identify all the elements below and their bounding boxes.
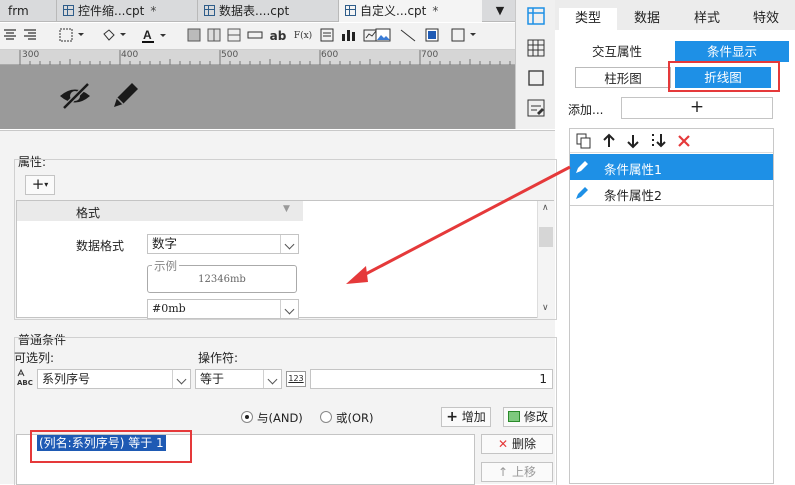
add-condition-button[interactable]: +	[621, 97, 773, 119]
format-toolbar: A ab F(x)	[0, 23, 515, 50]
collapse-arrow-icon: ▼	[283, 204, 290, 214]
scroll-thumb[interactable]	[539, 227, 553, 247]
frame-attr-icon[interactable]	[526, 68, 546, 88]
move-up-icon[interactable]	[602, 133, 616, 149]
text-field-icon[interactable]	[246, 28, 264, 45]
operator-label: 操作符:	[198, 351, 239, 365]
add-button[interactable]: + 增加	[441, 407, 491, 427]
text-ab-button[interactable]: ab	[268, 28, 288, 45]
format-header[interactable]: 格式 ▼	[17, 201, 303, 221]
operator-select[interactable]: 等于	[195, 369, 282, 389]
format-pattern-select[interactable]: #0mb	[147, 299, 299, 319]
abc-column-icon: ABC	[16, 368, 37, 388]
tab-type[interactable]: 类型	[559, 8, 617, 30]
delete-x-icon[interactable]	[676, 133, 692, 149]
move-up-button[interactable]: ↑ 上移	[481, 462, 553, 482]
fill-color-icon[interactable]	[100, 28, 130, 45]
subtab-interaction[interactable]: 交互属性	[561, 41, 673, 62]
insert-chart-icon[interactable]	[340, 28, 358, 45]
tab-datatable[interactable]: 数据表....cpt	[197, 0, 337, 22]
bar-chart-button[interactable]: 柱形图	[575, 67, 671, 88]
tab-custom[interactable]: 自定义...cpt *	[338, 0, 482, 22]
chevron-down-icon	[280, 300, 298, 318]
scroll-up-icon[interactable]: ∧	[542, 203, 549, 213]
merge-icon[interactable]	[186, 28, 202, 45]
move-bottom-icon[interactable]	[650, 132, 668, 150]
side-icon-strip	[515, 0, 555, 129]
condition-item-1[interactable]: 条件属性1	[570, 154, 773, 180]
subtab-condition-display[interactable]: 条件显示	[675, 41, 789, 62]
align-center-icon[interactable]	[2, 28, 18, 45]
horizontal-ruler: 300 400 500 600 700	[0, 50, 515, 65]
format-panel: 格式 ▼ ∧ ∨ 数据格式 数字 示例 12346mb #0mb	[16, 200, 554, 319]
design-canvas[interactable]	[0, 65, 515, 129]
number-type-icon[interactable]: 123	[286, 371, 306, 387]
insert-row-icon[interactable]	[226, 28, 242, 45]
chevron-down-icon	[263, 370, 281, 388]
column-select[interactable]: 系列序号	[37, 369, 191, 389]
condition-item-2[interactable]: 条件属性2	[570, 180, 773, 206]
font-color-icon[interactable]: A	[140, 28, 170, 45]
tab-menu-icon[interactable]: ▼	[490, 0, 510, 22]
cpt-file-icon	[204, 5, 215, 16]
example-value: 12346mb	[198, 274, 246, 285]
chevron-down-icon	[172, 370, 190, 388]
and-radio-label: 与(AND)	[257, 411, 303, 425]
svg-text:ABC: ABC	[17, 379, 33, 387]
tab-controls[interactable]: 控件缩...cpt *	[56, 0, 196, 22]
modify-icon	[508, 411, 521, 422]
line-chart-highlight	[668, 61, 780, 92]
optional-column-label: 可选列:	[14, 351, 55, 365]
tab-data[interactable]: 数据	[617, 8, 677, 30]
condition-item-label: 条件属性2	[604, 188, 662, 203]
slash-line-icon[interactable]	[398, 28, 418, 45]
add-label: 添加...	[568, 103, 604, 117]
edit-pencil-icon[interactable]	[110, 79, 142, 111]
cpt-file-icon	[345, 5, 356, 16]
edit-pencil-icon	[576, 161, 588, 173]
document-tab-bar: frm 控件缩...cpt * 数据表....cpt 自定义...cpt * ▼	[0, 0, 515, 22]
scrollbar[interactable]: ∧ ∨	[537, 201, 554, 318]
more-options-icon[interactable]	[450, 28, 480, 45]
tab-style[interactable]: 样式	[677, 8, 737, 30]
copy-icon[interactable]	[576, 133, 592, 149]
split-icon[interactable]	[206, 28, 222, 45]
add-property-button[interactable]: +▾	[25, 175, 55, 195]
condition-highlight	[30, 430, 192, 463]
cpt-file-icon	[63, 5, 74, 16]
condition-attribute-dialog: 属性: +▾ 格式 ▼ ∧ ∨ 数据格式 数字 示例 12346mb #0mb …	[0, 130, 557, 485]
grid-attr-icon[interactable]	[526, 38, 546, 58]
insert-cell-icon[interactable]	[424, 28, 440, 45]
border-icon[interactable]	[58, 28, 88, 45]
or-radio-label: 或(OR)	[336, 411, 374, 425]
hide-eye-icon[interactable]	[58, 81, 94, 111]
condition-item-label: 条件属性1	[604, 162, 662, 177]
edit-pencil-icon	[576, 187, 588, 199]
align-right-icon[interactable]	[22, 28, 38, 45]
value-input[interactable]: 1	[310, 369, 553, 389]
svg-text:A: A	[143, 28, 152, 42]
cell-attr-icon[interactable]	[526, 6, 546, 26]
example-label: 示例	[152, 258, 179, 274]
widget-attr-icon[interactable]	[526, 98, 546, 118]
list-toolbar	[570, 129, 773, 153]
sub-report-icon[interactable]	[318, 28, 336, 45]
tab-effects[interactable]: 特效	[737, 8, 795, 30]
format-label: 格式	[76, 206, 101, 220]
data-format-select[interactable]: 数字	[147, 234, 299, 254]
data-format-label: 数据格式	[76, 239, 125, 253]
move-down-icon[interactable]	[626, 133, 640, 149]
and-radio[interactable]	[241, 411, 253, 423]
chevron-down-icon	[280, 235, 298, 253]
scroll-down-icon[interactable]: ∨	[542, 303, 549, 313]
tab-frm[interactable]: frm	[2, 0, 52, 22]
delete-button[interactable]: ✕ 删除	[481, 434, 553, 454]
ruler-ticks	[19, 50, 511, 65]
example-box: 示例 12346mb	[147, 258, 297, 293]
insert-image-icon[interactable]	[374, 28, 392, 45]
or-radio[interactable]	[320, 411, 332, 423]
modify-button[interactable]: 修改	[503, 407, 553, 427]
formula-fx-button[interactable]: F(x)	[292, 28, 314, 45]
chart-property-panel: 类型 数据 样式 特效 交互属性 条件显示 柱形图 折线图 添加... + 条件…	[555, 0, 795, 484]
